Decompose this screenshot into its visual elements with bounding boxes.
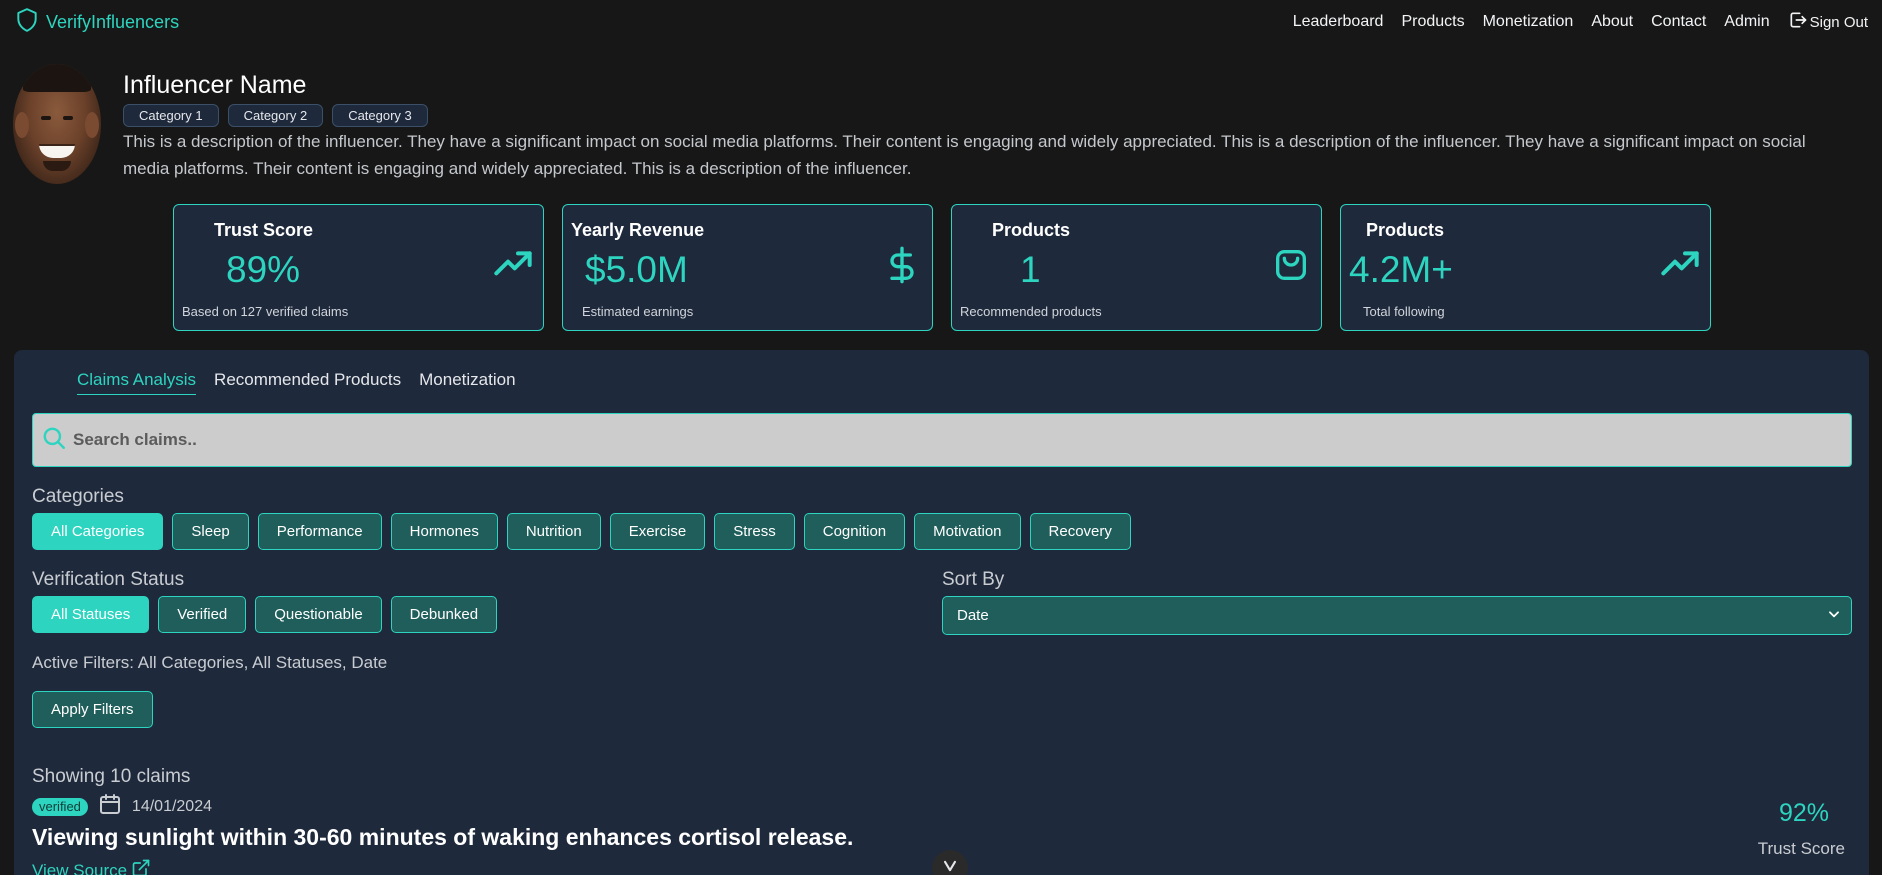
filter-hormones[interactable]: Hormones bbox=[390, 513, 498, 550]
stat-card-yearly-revenue: Yearly Revenue $5.0M Estimated earnings bbox=[562, 204, 933, 331]
category-tag: Category 2 bbox=[227, 104, 324, 127]
external-link-icon bbox=[131, 858, 151, 875]
filter-stress[interactable]: Stress bbox=[714, 513, 795, 550]
filter-motivation[interactable]: Motivation bbox=[914, 513, 1021, 550]
nav-link-leaderboard[interactable]: Leaderboard bbox=[1293, 13, 1384, 31]
category-tag: Category 3 bbox=[332, 104, 428, 127]
stat-value: 1 bbox=[1020, 249, 1041, 290]
claim-meta: verified 14/01/2024 bbox=[32, 792, 212, 821]
stat-value: $5.0M bbox=[585, 249, 688, 290]
stat-subtitle: Recommended products bbox=[960, 304, 1102, 319]
category-tags: Category 1 Category 2 Category 3 bbox=[123, 104, 428, 127]
nav-link-admin[interactable]: Admin bbox=[1724, 13, 1769, 31]
stat-card-products: Products 1 Recommended products bbox=[951, 204, 1322, 331]
brand-name: VerifyInfluencers bbox=[46, 11, 180, 32]
nav-link-monetization[interactable]: Monetization bbox=[1483, 13, 1574, 31]
trending-up-icon bbox=[493, 245, 533, 285]
view-source-link[interactable]: View Source bbox=[32, 858, 151, 875]
claim-trust-score: 92% bbox=[1778, 799, 1829, 827]
stat-title: Products bbox=[992, 220, 1071, 240]
stat-card-trust-score: Trust Score 89% Based on 127 verified cl… bbox=[173, 204, 544, 331]
apply-filters-button[interactable]: Apply Filters bbox=[32, 691, 153, 728]
filter-exercise[interactable]: Exercise bbox=[609, 513, 706, 550]
category-filter-row: All Categories Sleep Performance Hormone… bbox=[32, 513, 1131, 550]
dollar-icon bbox=[882, 245, 922, 285]
sort-by-label: Sort By bbox=[942, 569, 1005, 590]
stat-subtitle: Estimated earnings bbox=[582, 304, 694, 319]
filter-all-statuses[interactable]: All Statuses bbox=[32, 596, 150, 633]
influencer-description: This is a description of the influencer.… bbox=[123, 132, 1806, 178]
search-input[interactable] bbox=[73, 430, 1851, 450]
tab-claims-analysis[interactable]: Claims Analysis bbox=[77, 370, 197, 395]
sort-by-select[interactable]: Date bbox=[942, 596, 1852, 635]
nav-link-about[interactable]: About bbox=[1591, 13, 1633, 31]
logout-icon bbox=[1788, 10, 1808, 34]
claim-date: 14/01/2024 bbox=[131, 797, 212, 815]
filter-debunked[interactable]: Debunked bbox=[390, 596, 498, 633]
verification-filter-row: All Statuses Verified Questionable Debun… bbox=[32, 596, 498, 633]
claim-trust-score-label: Trust Score bbox=[1757, 839, 1845, 858]
nav-links: Leaderboard Products Monetization About … bbox=[1293, 10, 1868, 34]
status-badge: verified bbox=[32, 797, 88, 816]
category-tag: Category 1 bbox=[123, 104, 219, 127]
tab-monetization[interactable]: Monetization bbox=[419, 370, 515, 395]
filter-questionable[interactable]: Questionable bbox=[255, 596, 382, 633]
filter-cognition[interactable]: Cognition bbox=[803, 513, 906, 550]
influencer-name: Influencer Name bbox=[123, 71, 307, 99]
tab-bar: Claims Analysis Recommended Products Mon… bbox=[77, 370, 516, 395]
verification-status-label: Verification Status bbox=[32, 569, 185, 590]
chevron-down-icon bbox=[940, 856, 960, 875]
sort-by-value: Date bbox=[957, 607, 989, 624]
tab-recommended-products[interactable]: Recommended Products bbox=[214, 370, 401, 395]
claims-panel: Claims Analysis Recommended Products Mon… bbox=[14, 350, 1869, 875]
stat-title: Yearly Revenue bbox=[571, 220, 705, 240]
stat-value: 89% bbox=[226, 249, 301, 290]
search-icon bbox=[41, 425, 67, 456]
avatar bbox=[13, 64, 101, 184]
stat-value: 4.2M+ bbox=[1349, 249, 1453, 290]
categories-label: Categories bbox=[32, 486, 124, 507]
calendar-icon bbox=[98, 792, 122, 821]
stat-card-following: Products 4.2M+ Total following bbox=[1340, 204, 1711, 331]
search-bar bbox=[32, 413, 1852, 467]
filter-performance[interactable]: Performance bbox=[257, 513, 382, 550]
stat-title: Trust Score bbox=[214, 220, 314, 240]
view-source-label: View Source bbox=[32, 860, 128, 875]
filter-nutrition[interactable]: Nutrition bbox=[506, 513, 601, 550]
nav-link-products[interactable]: Products bbox=[1401, 13, 1464, 31]
brand-logo[interactable]: VerifyInfluencers bbox=[14, 6, 179, 39]
claim-text: Viewing sunlight within 30-60 minutes of… bbox=[32, 824, 854, 850]
shield-icon bbox=[14, 6, 40, 39]
nav-link-contact[interactable]: Contact bbox=[1651, 13, 1706, 31]
chevron-down-icon bbox=[1827, 607, 1841, 625]
stat-subtitle: Based on 127 verified claims bbox=[182, 304, 349, 319]
stat-subtitle: Total following bbox=[1363, 304, 1445, 319]
stat-title: Products bbox=[1366, 220, 1445, 240]
sign-out-button[interactable]: Sign Out bbox=[1788, 10, 1868, 34]
filter-verified[interactable]: Verified bbox=[158, 596, 247, 633]
trending-up-icon bbox=[1660, 245, 1700, 285]
filter-all-categories[interactable]: All Categories bbox=[32, 513, 164, 550]
filter-sleep[interactable]: Sleep bbox=[172, 513, 249, 550]
active-filters-text: Active Filters: All Categories, All Stat… bbox=[32, 653, 388, 672]
claims-count: Showing 10 claims bbox=[32, 766, 191, 787]
top-navbar: VerifyInfluencers Leaderboard Products M… bbox=[0, 0, 1882, 44]
filter-recovery[interactable]: Recovery bbox=[1029, 513, 1131, 550]
shopping-bag-icon bbox=[1271, 245, 1311, 285]
sign-out-label: Sign Out bbox=[1809, 13, 1868, 31]
